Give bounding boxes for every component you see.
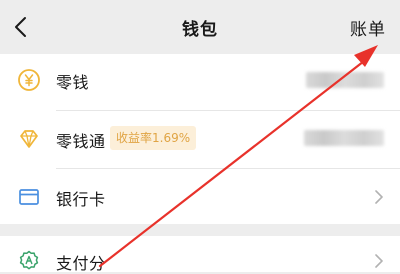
list-item-label: 支付分 xyxy=(56,254,106,273)
wallet-list: 零钱 零钱通 收益率1.69% 银行卡 xyxy=(0,54,400,224)
hidden-balance-value xyxy=(304,130,384,146)
divider xyxy=(56,110,400,111)
bank-card-icon xyxy=(17,185,41,209)
chevron-right-icon xyxy=(374,253,384,269)
chevron-right-icon xyxy=(374,189,384,205)
services-list: 支付分 xyxy=(0,236,400,273)
list-item-pay-score[interactable]: 支付分 xyxy=(0,236,400,273)
hidden-balance-value xyxy=(306,72,384,88)
diamond-icon xyxy=(17,127,41,151)
list-item-label: 银行卡 xyxy=(56,190,106,209)
page-title: 钱包 xyxy=(182,20,218,40)
list-item-bank-card[interactable]: 银行卡 xyxy=(0,168,400,224)
bill-button[interactable]: 账单 xyxy=(350,15,386,40)
yuan-coin-icon xyxy=(17,68,41,92)
divider xyxy=(56,168,400,169)
list-item-label: 零钱通 xyxy=(56,132,106,151)
list-item-change-plus[interactable]: 零钱通 收益率1.69% xyxy=(0,110,400,168)
list-item-change[interactable]: 零钱 xyxy=(0,54,400,110)
pay-score-icon xyxy=(17,249,41,273)
yield-badge: 收益率1.69% xyxy=(110,126,197,150)
nav-bar: 钱包 账单 xyxy=(0,0,400,54)
list-item-label: 零钱 xyxy=(56,73,90,92)
